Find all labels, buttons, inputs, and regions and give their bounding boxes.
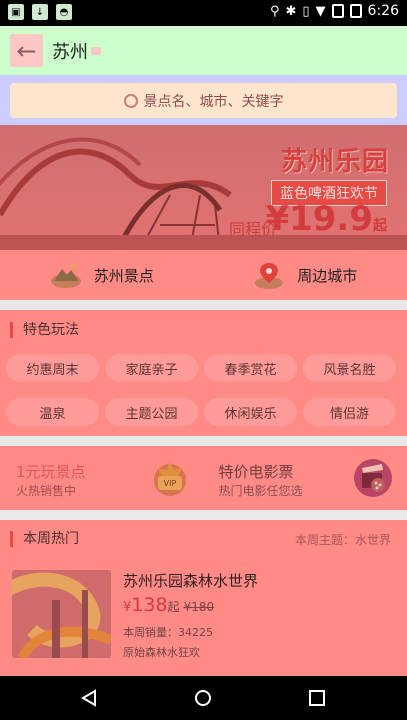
feature-tag[interactable]: 风景名胜 <box>303 354 396 382</box>
feature-tag[interactable]: 主题公园 <box>105 398 198 426</box>
bluetooth-icon: ✱ <box>285 3 297 19</box>
promo-subtitle: 火热销售中 <box>16 484 77 498</box>
hot-title: 本周热门 <box>10 531 79 547</box>
hot-item-description: 原始森林水狂欢 <box>123 646 200 659</box>
quick-links: 苏州景点 周边城市 <box>0 250 407 300</box>
features-section: 特色玩法 约惠周末 家庭亲子 春季赏花 风景名胜 温泉 主题公园 休闲娱乐 情侣… <box>0 310 407 436</box>
system-nav-bar <box>0 676 407 720</box>
film-clapper-icon <box>354 459 392 497</box>
hot-item-original-price: ¥180 <box>183 600 215 614</box>
section-divider <box>0 510 407 520</box>
back-nav-icon[interactable] <box>80 689 98 707</box>
promo-one-yuan-spots[interactable]: 1元玩景点 火热销售中 VIP <box>0 446 204 510</box>
feature-tag[interactable]: 温泉 <box>6 398 99 426</box>
feature-tag[interactable]: 春季赏花 <box>204 354 297 382</box>
hot-item-price-suffix: 起 <box>167 600 180 614</box>
features-title: 特色玩法 <box>10 322 79 338</box>
search-placeholder: 景点名、城市、关键字 <box>143 93 284 110</box>
banner-price: ¥19.9起 <box>265 199 387 239</box>
banner-price-suffix: 起 <box>373 218 387 234</box>
feature-tag[interactable]: 休闲娱乐 <box>204 398 297 426</box>
battery-icon <box>349 4 362 18</box>
notification-icons: ▣ ↓ ◓ <box>8 4 72 20</box>
location-icon: ⚲ <box>269 3 280 19</box>
hot-item-price: ¥138起 ¥180 <box>123 594 214 616</box>
city-label: 苏州 <box>52 42 88 63</box>
hot-item-price-value: 138 <box>131 594 168 616</box>
status-time: 6:26 <box>367 3 399 19</box>
android-notification-icon: ◓ <box>56 4 72 20</box>
promo-title: 特价电影票 <box>218 463 294 481</box>
app-screen: ← 苏州 景点名、城市、关键字 苏州乐园 蓝色啤酒狂欢节 同程价 ¥19.9起 … <box>0 26 407 676</box>
svg-text:VIP: VIP <box>163 479 176 488</box>
promo-subtitle: 热门电影任您选 <box>218 484 303 498</box>
quick-link-label: 周边城市 <box>297 266 358 285</box>
feature-tags: 约惠周末 家庭亲子 春季赏花 风景名胜 温泉 主题公园 休闲娱乐 情侣游 <box>6 354 402 426</box>
quick-link-nearby-cities[interactable]: 周边城市 <box>204 250 407 300</box>
signal-icon <box>331 4 344 18</box>
location-pin-icon <box>255 263 284 289</box>
promo-row: 1元玩景点 火热销售中 VIP 特价电影票 热门电影任您选 <box>0 446 407 510</box>
water-slide-image <box>12 570 111 658</box>
vip-crown-icon: VIP <box>153 462 186 496</box>
system-icons: ⚲ ✱ ▯ ▼ 6:26 <box>270 3 399 19</box>
vibrate-icon: ▯ <box>302 3 310 19</box>
promo-banner[interactable]: 苏州乐园 蓝色啤酒狂欢节 同程价 ¥19.9起 <box>0 125 407 250</box>
quick-link-scenic-spots[interactable]: 苏州景点 <box>0 250 204 300</box>
banner-title: 苏州乐园 <box>280 147 389 177</box>
hot-item-name: 苏州乐园森林水世界 <box>123 572 259 590</box>
search-input[interactable]: 景点名、城市、关键字 <box>10 83 397 118</box>
city-selector[interactable]: 苏州 <box>52 38 101 64</box>
back-button[interactable]: ← <box>10 34 43 67</box>
hot-item-sales: 本周销量：34225 <box>123 626 213 639</box>
recents-nav-icon[interactable] <box>308 689 326 707</box>
mountain-icon <box>50 264 81 288</box>
promo-title: 1元玩景点 <box>16 463 86 481</box>
status-bar: ▣ ↓ ◓ ⚲ ✱ ▯ ▼ 6:26 <box>0 0 407 26</box>
chevron-down-icon <box>91 47 101 55</box>
hot-theme: 本周主题：水世界 <box>294 533 391 547</box>
section-divider <box>0 300 407 310</box>
search-bar: 景点名、城市、关键字 <box>0 75 407 125</box>
quick-link-label: 苏州景点 <box>93 266 154 285</box>
arrow-left-icon: ← <box>16 36 37 65</box>
hot-item[interactable]: 苏州乐园森林水世界 ¥138起 ¥180 本周销量：34225 原始森林水狂欢 <box>12 570 395 666</box>
section-divider <box>0 436 407 446</box>
weekly-hot-section: 本周热门 本周主题：水世界 苏州乐园森林水世界 ¥138起 ¥180 本周销量：3… <box>0 520 407 676</box>
home-nav-icon[interactable] <box>194 689 212 707</box>
image-notification-icon: ▣ <box>8 4 24 20</box>
promo-cheap-movie-tickets[interactable]: 特价电影票 热门电影任您选 <box>204 446 407 510</box>
banner-price-value: ¥19.9 <box>265 199 373 239</box>
download-notification-icon: ↓ <box>32 4 48 20</box>
feature-tag[interactable]: 家庭亲子 <box>105 354 198 382</box>
wifi-icon: ▼ <box>315 3 326 19</box>
app-bar: ← 苏州 <box>0 26 407 75</box>
search-icon <box>123 93 138 108</box>
feature-tag[interactable]: 约惠周末 <box>6 354 99 382</box>
feature-tag[interactable]: 情侣游 <box>303 398 396 426</box>
